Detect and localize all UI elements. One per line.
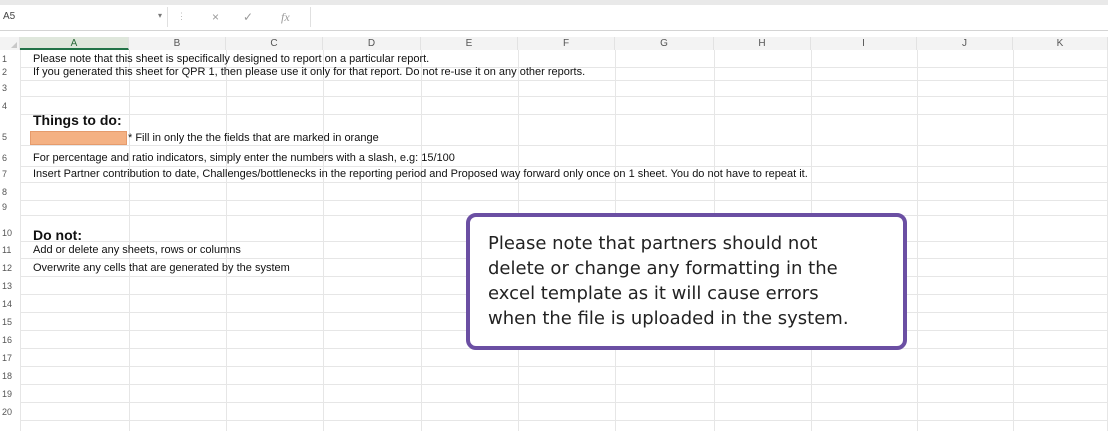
row-header-11[interactable]: 11 [0, 244, 20, 257]
callout-line: when the file is uploaded in the system. [488, 308, 849, 329]
column-gridline [129, 50, 130, 431]
row-header-7[interactable]: 7 [0, 168, 20, 181]
row-header-19[interactable]: 19 [0, 388, 20, 401]
row-header-13[interactable]: 13 [0, 280, 20, 293]
cell-a7[interactable]: Insert Partner contribution to date, Cha… [33, 168, 808, 181]
row-header-15[interactable]: 15 [0, 316, 20, 329]
row-gridline [20, 182, 1108, 183]
select-all-triangle-icon [11, 42, 17, 48]
column-header-i[interactable]: I [811, 37, 917, 50]
column-gridline [226, 50, 227, 431]
cell-b5[interactable]: * Fill in only the the fields that are m… [128, 132, 379, 145]
cancel-icon[interactable]: × [212, 10, 219, 24]
row-header-12[interactable]: 12 [0, 262, 20, 275]
row-gridline [20, 96, 1108, 97]
row-header-6[interactable]: 6 [0, 152, 20, 165]
row-gridline [20, 366, 1108, 367]
name-box[interactable]: A5 [0, 7, 168, 27]
name-box-dropdown-icon[interactable]: ▾ [158, 11, 162, 20]
row-header-1[interactable]: 1 [0, 53, 20, 66]
callout-note: Please note that partners should not del… [466, 213, 907, 350]
formula-input[interactable] [310, 7, 1108, 27]
column-header-f[interactable]: F [518, 37, 615, 50]
column-header-k[interactable]: K [1013, 37, 1108, 50]
column-header-e[interactable]: E [421, 37, 518, 50]
column-header-g[interactable]: G [615, 37, 714, 50]
select-all-corner[interactable] [0, 37, 20, 50]
column-gridline [323, 50, 324, 431]
column-gridline [917, 50, 918, 431]
row-header-2[interactable]: 2 [0, 66, 20, 79]
row-header-17[interactable]: 17 [0, 352, 20, 365]
row-gridline [20, 80, 1108, 81]
cell-a11[interactable]: Add or delete any sheets, rows or column… [33, 244, 241, 257]
row-header-20[interactable]: 20 [0, 406, 20, 419]
orange-input-cell[interactable] [30, 131, 127, 145]
row-gridline [20, 114, 1108, 115]
callout-line: Please note that partners should not [488, 233, 818, 254]
row-header-9[interactable]: 9 [0, 201, 20, 214]
row-header-14[interactable]: 14 [0, 298, 20, 311]
cell-a4-heading[interactable]: Things to do: [33, 112, 122, 128]
column-header-j[interactable]: J [917, 37, 1013, 50]
column-gridline [421, 50, 422, 431]
row-header-8[interactable]: 8 [0, 186, 20, 199]
row-gridline [20, 420, 1108, 421]
row-header-3[interactable]: 3 [0, 82, 20, 95]
callout-line: excel template as it will cause errors [488, 283, 819, 304]
formula-bar: A5 ▾ ⋮ × ✓ fx [0, 5, 1108, 31]
cell-a1[interactable]: Please note that this sheet is specifica… [33, 53, 429, 66]
column-header-d[interactable]: D [323, 37, 421, 50]
column-gridline [1013, 50, 1014, 431]
column-header-b[interactable]: B [129, 37, 226, 50]
row-header-4[interactable]: 4 [0, 100, 20, 113]
cell-a10-heading[interactable]: Do not: [33, 227, 82, 243]
row-gridline [20, 145, 1108, 146]
row-gridline [20, 384, 1108, 385]
row-gridline [20, 200, 1108, 201]
insert-function-icon[interactable]: fx [281, 10, 290, 24]
row-gridline [20, 402, 1108, 403]
cell-a2[interactable]: If you generated this sheet for QPR 1, t… [33, 66, 585, 79]
row-gridline [20, 166, 1108, 167]
cell-a6[interactable]: For percentage and ratio indicators, sim… [33, 152, 455, 165]
enter-icon[interactable]: ✓ [243, 10, 253, 24]
column-gridline [20, 50, 21, 431]
column-header-a[interactable]: A [20, 37, 129, 50]
row-header-5[interactable]: 5 [0, 131, 20, 144]
cell-a12[interactable]: Overwrite any cells that are generated b… [33, 262, 290, 275]
row-header-18[interactable]: 18 [0, 370, 20, 383]
column-header-c[interactable]: C [226, 37, 323, 50]
callout-line: delete or change any formatting in the [488, 258, 838, 279]
formula-bar-grip-icon: ⋮ [177, 11, 186, 21]
row-header-16[interactable]: 16 [0, 334, 20, 347]
row-header-10[interactable]: 10 [0, 227, 20, 240]
column-header-h[interactable]: H [714, 37, 811, 50]
